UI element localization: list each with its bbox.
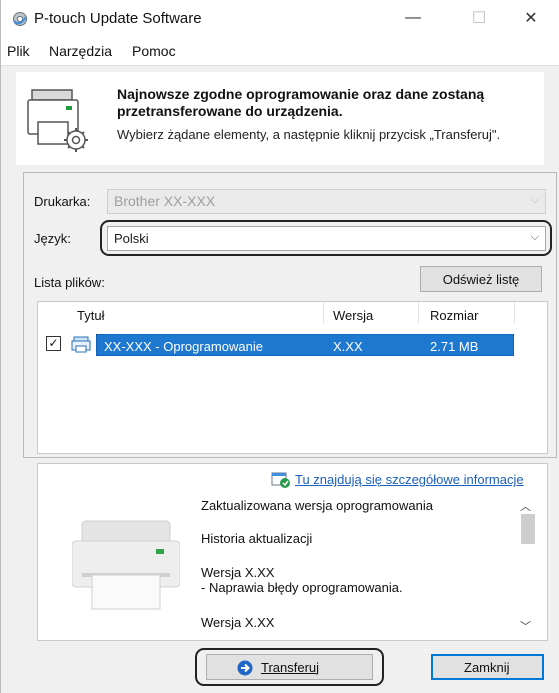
column-separator	[418, 302, 419, 324]
scroll-thumb[interactable]	[521, 514, 535, 544]
transfer-label: Transferuj	[261, 660, 320, 675]
details-scrollbar[interactable]: ︿ ﹀	[517, 492, 537, 638]
close-button[interactable]: Zamknij	[431, 654, 544, 680]
menu-tools[interactable]: Narzędzia	[49, 43, 112, 59]
printer-icon	[71, 336, 91, 353]
menu-bar: Plik Narzędzia Pomoc	[1, 36, 559, 66]
maximize-button[interactable]: ☐	[459, 4, 499, 32]
close-window-button[interactable]: ✕	[511, 4, 551, 32]
printer-value: Brother XX-XXX	[114, 193, 216, 209]
printer-select: Brother XX-XXX ⌵	[107, 189, 546, 214]
header-title-line2: przetransferowane do urządzenia.	[117, 103, 343, 119]
application-window: P-touch Update Software — ☐ ✕ Plik Narzę…	[0, 0, 559, 693]
detail-line-2: Historia aktualizacji	[201, 531, 313, 546]
column-separator	[323, 302, 324, 324]
scroll-down-icon[interactable]: ﹀	[520, 618, 531, 634]
header-title: Najnowsze zgodne oprogramowanie oraz dan…	[117, 86, 537, 120]
column-size[interactable]: Rozmiar	[430, 308, 478, 323]
row-title: XX-XXX - Oprogramowanie	[104, 339, 263, 354]
printer-illustration-icon	[72, 520, 180, 610]
column-title[interactable]: Tytuł	[77, 308, 104, 323]
detail-line-4: - Naprawia błędy oprogramowania.	[201, 580, 403, 595]
refresh-list-button[interactable]: Odśwież listę	[420, 266, 542, 292]
row-checkbox[interactable]: ✓	[46, 336, 61, 351]
app-gear-icon	[13, 12, 27, 26]
language-label: Język:	[34, 231, 71, 246]
language-highlight	[100, 220, 552, 256]
chevron-down-icon: ⌵	[530, 194, 539, 206]
printer-label: Drukarka:	[34, 194, 91, 209]
file-table: Tytuł Wersja Rozmiar ✓ XX-XXX - Oprogram…	[37, 301, 548, 454]
file-list-label: Lista plików:	[34, 275, 105, 290]
transfer-button[interactable]: Transferuj	[206, 654, 373, 680]
menu-help[interactable]: Pomoc	[132, 43, 176, 59]
details-link[interactable]: Tu znajdują się szczegółowe informacje	[295, 472, 524, 487]
detail-line-3: Wersja X.XX	[201, 565, 275, 580]
row-size: 2.71 MB	[430, 339, 479, 354]
minimize-button[interactable]: —	[393, 4, 433, 32]
arrow-right-icon	[237, 660, 253, 676]
scroll-up-icon[interactable]: ︿	[520, 498, 531, 514]
table-row[interactable]: XX-XXX - Oprogramowanie X.XX 2.71 MB	[96, 334, 514, 356]
header-title-line1: Najnowsze zgodne oprogramowanie oraz dan…	[117, 86, 485, 102]
detail-line-5: Wersja X.XX	[201, 615, 275, 630]
column-version[interactable]: Wersja	[333, 308, 373, 323]
info-link-icon	[271, 472, 290, 488]
header-panel: Najnowsze zgodne oprogramowanie oraz dan…	[16, 72, 544, 165]
menu-file[interactable]: Plik	[7, 43, 30, 59]
details-panel: Tu znajdują się szczegółowe informacje Z…	[37, 463, 548, 641]
row-version: X.XX	[333, 339, 363, 354]
printer-update-icon	[27, 89, 88, 152]
window-title: P-touch Update Software	[34, 10, 202, 27]
title-bar: P-touch Update Software — ☐ ✕	[1, 0, 559, 36]
close-label: Zamknij	[464, 660, 510, 675]
detail-line-1: Zaktualizowana wersja oprogramowania	[201, 498, 433, 513]
column-separator	[514, 302, 515, 324]
header-subtitle: Wybierz żądane elementy, a następnie kli…	[117, 127, 501, 142]
